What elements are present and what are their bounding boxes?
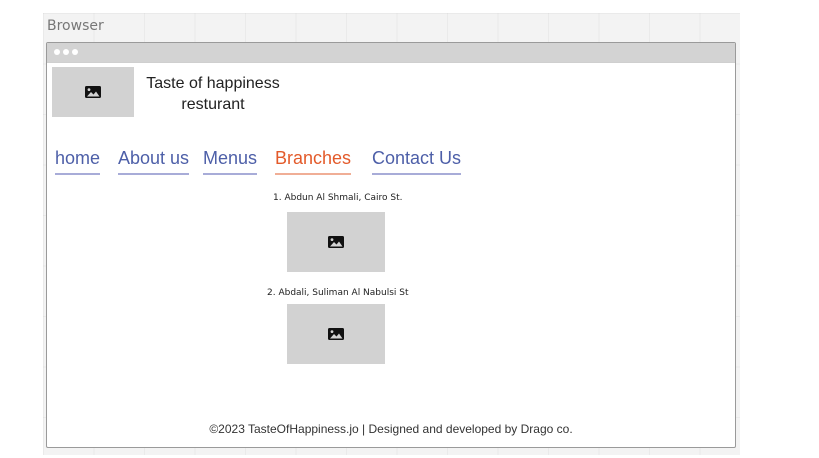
footer-text: ©2023 TasteOfHappiness.jo | Designed and…: [209, 422, 573, 436]
nav-home-link[interactable]: home: [55, 148, 101, 175]
nav-contact-link[interactable]: Contact Us: [372, 148, 462, 175]
nav-branches-link[interactable]: Branches: [275, 148, 352, 175]
browser-window: Taste of happiness resturant home About …: [46, 42, 736, 448]
branch-1-label: 1. Abdun Al Shmali, Cairo St.: [273, 193, 403, 203]
site-title-line1: Taste of happiness: [146, 75, 280, 92]
image-icon: [85, 86, 101, 98]
site-title: Taste of happiness resturant: [135, 73, 291, 115]
site-title-line2: resturant: [181, 96, 245, 113]
branch-2-label: 2. Abdali, Suliman Al Nabulsi St: [267, 288, 409, 298]
logo-image-placeholder: [52, 67, 134, 117]
image-icon: [328, 236, 344, 248]
window-dot: [63, 49, 69, 55]
nav-about-link[interactable]: About us: [118, 148, 190, 175]
window-dot: [54, 49, 60, 55]
branch-2-image-placeholder: [287, 304, 385, 364]
browser-titlebar: [47, 43, 735, 63]
nav-menus-link[interactable]: Menus: [203, 148, 258, 175]
image-icon: [328, 328, 344, 340]
branch-1-image-placeholder: [287, 212, 385, 272]
canvas-label: Browser: [47, 18, 104, 34]
window-dot: [72, 49, 78, 55]
